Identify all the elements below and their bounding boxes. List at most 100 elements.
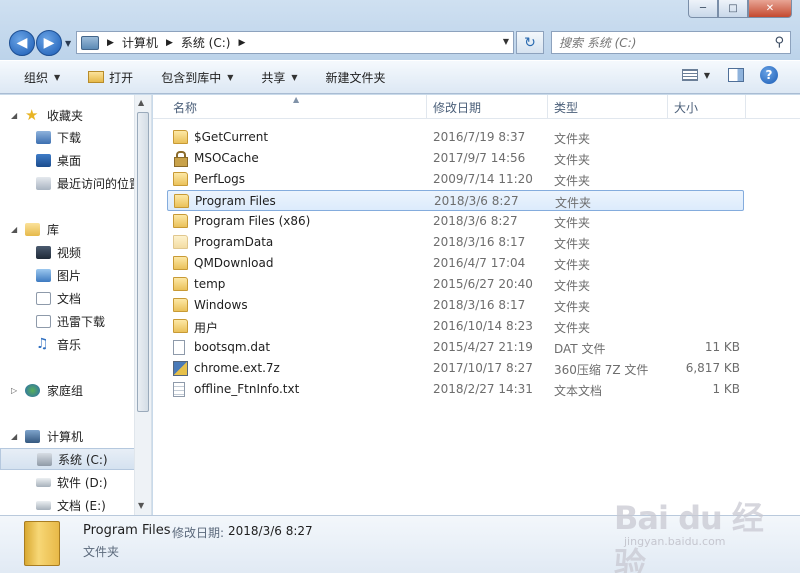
close-button[interactable]: ✕ — [748, 0, 792, 18]
nav-homegroup[interactable]: ▷ 家庭组 — [0, 379, 136, 401]
recent-pages-dropdown[interactable]: ▼ — [65, 39, 71, 48]
preview-pane-icon[interactable] — [728, 68, 744, 82]
expand-icon[interactable]: ▷ — [11, 386, 17, 395]
breadcrumb-computer[interactable]: 计算机 — [122, 34, 158, 51]
nav-item-downloads[interactable]: 下载 — [0, 126, 136, 148]
folder-icon — [24, 521, 60, 566]
file-size: 6,817 KB — [685, 361, 740, 375]
file-name: Windows — [194, 298, 248, 312]
file-row[interactable]: offline_FtnInfo.txt 2018/2/27 14:31 文本文档… — [167, 379, 744, 400]
nav-item-music[interactable]: ♫ 音乐 — [0, 333, 136, 355]
new-folder-button[interactable]: 新建文件夹 — [318, 65, 394, 89]
chevron-right-icon[interactable]: ▶ — [107, 38, 114, 48]
folder-icon — [173, 235, 188, 249]
folder-icon — [173, 214, 188, 228]
address-bar[interactable]: ▶ 计算机 ▶ 系统 (C:) ▶ ▼ — [76, 31, 514, 54]
nav-item-drive-d[interactable]: 软件 (D:) — [0, 471, 136, 493]
file-date: 2018/3/16 8:17 — [433, 298, 526, 312]
file-row[interactable]: $GetCurrent 2016/7/19 8:37 文件夹 — [167, 127, 744, 148]
folder-icon — [173, 319, 188, 333]
search-input[interactable] — [559, 35, 759, 50]
nav-libraries[interactable]: ◢ 库 — [0, 218, 136, 240]
file-name: MSOCache — [194, 151, 259, 165]
file-date: 2018/3/6 8:27 — [433, 214, 518, 228]
view-options-icon[interactable] — [681, 69, 698, 81]
nav-item-recent-places[interactable]: 最近访问的位置 — [0, 172, 141, 194]
include-in-library-button[interactable]: 包含到库中 ▼ — [153, 65, 241, 89]
recent-places-icon — [36, 176, 51, 190]
file-row-selected[interactable]: Program Files 2018/3/6 8:27 文件夹 — [167, 190, 744, 211]
chevron-down-icon[interactable]: ▼ — [704, 71, 710, 80]
file-row[interactable]: bootsqm.dat 2015/4/27 21:19 DAT 文件 11 KB — [167, 337, 744, 358]
file-list: ▲ 名称 修改日期 类型 大小 $GetCurrent 2016/7/19 8:… — [153, 95, 800, 515]
back-button[interactable]: ◀ — [9, 30, 35, 56]
share-button[interactable]: 共享 ▼ — [253, 65, 305, 89]
column-type[interactable]: 类型 — [548, 95, 668, 119]
library-icon — [25, 222, 40, 236]
folder-icon — [173, 277, 188, 291]
nav-item-label: 最近访问的位置 — [57, 176, 142, 191]
minimize-button[interactable]: ─ — [688, 0, 718, 18]
open-button[interactable]: 打开 — [80, 65, 141, 89]
file-date: 2018/2/27 14:31 — [433, 382, 533, 396]
nav-item-drive-c[interactable]: 系统 (C:) — [0, 448, 136, 470]
nav-item-label: 音乐 — [57, 337, 82, 352]
nav-computer[interactable]: ◢ 计算机 — [0, 425, 136, 447]
help-icon[interactable]: ? — [760, 66, 778, 84]
file-size: 1 KB — [712, 382, 740, 396]
forward-button[interactable]: ▶ — [36, 30, 62, 56]
nav-item-label: 软件 (D:) — [57, 475, 108, 490]
chevron-down-icon: ▼ — [54, 72, 61, 82]
nav-item-documents[interactable]: 文档 — [0, 287, 136, 309]
file-date: 2015/6/27 20:40 — [433, 277, 533, 291]
column-name[interactable]: 名称 — [167, 95, 427, 119]
address-dropdown-icon[interactable]: ▼ — [503, 37, 509, 46]
chevron-down-icon: ▼ — [227, 72, 234, 82]
nav-item-videos[interactable]: 视频 — [0, 241, 136, 263]
scroll-up-icon[interactable]: ▲ — [138, 98, 144, 107]
nav-item-desktop[interactable]: 桌面 — [0, 149, 136, 171]
maximize-button[interactable]: □ — [718, 0, 748, 18]
file-row[interactable]: Windows 2018/3/16 8:17 文件夹 — [167, 295, 744, 316]
share-label: 共享 — [261, 70, 286, 85]
organize-button[interactable]: 组织 ▼ — [16, 65, 68, 89]
breadcrumb-drive-c[interactable]: 系统 (C:) — [181, 34, 231, 51]
chevron-right-icon[interactable]: ▶ — [166, 38, 173, 48]
search-box[interactable]: ⚲ — [551, 31, 791, 54]
file-row[interactable]: ProgramData 2018/3/16 8:17 文件夹 — [167, 232, 744, 253]
file-name: bootsqm.dat — [194, 340, 271, 354]
nav-item-pictures[interactable]: 图片 — [0, 264, 136, 286]
nav-favorites[interactable]: ◢ ★ 收藏夹 — [0, 104, 136, 126]
file-row[interactable]: PerfLogs 2009/7/14 11:20 文件夹 — [167, 169, 744, 190]
scroll-down-icon[interactable]: ▼ — [138, 501, 144, 510]
new-folder-label: 新建文件夹 — [325, 70, 386, 85]
refresh-button[interactable]: ↻ — [516, 31, 544, 54]
file-row[interactable]: temp 2015/6/27 20:40 文件夹 — [167, 274, 744, 295]
folder-icon — [173, 298, 188, 312]
column-type-label: 类型 — [554, 100, 579, 115]
file-row[interactable]: QMDownload 2016/4/7 17:04 文件夹 — [167, 253, 744, 274]
column-size[interactable]: 大小 — [668, 95, 746, 119]
file-row[interactable]: 用户 2016/10/14 8:23 文件夹 — [167, 316, 744, 337]
open-label: 打开 — [109, 70, 134, 85]
chevron-right-icon[interactable]: ▶ — [238, 38, 245, 48]
column-date-modified[interactable]: 修改日期 — [427, 95, 548, 119]
archive-icon — [173, 361, 188, 376]
nav-scrollbar[interactable]: ▲ ▼ — [134, 95, 151, 515]
file-date: 2016/7/19 8:37 — [433, 130, 526, 144]
scrollbar-thumb[interactable] — [137, 112, 149, 412]
file-date: 2016/4/7 17:04 — [433, 256, 526, 270]
nav-item-thunder-downloads[interactable]: 迅雷下载 — [0, 310, 136, 332]
file-row[interactable]: chrome.ext.7z 2017/10/17 8:27 360压缩 7Z 文… — [167, 358, 744, 379]
file-row[interactable]: MSOCache 2017/9/7 14:56 文件夹 — [167, 148, 744, 169]
collapse-icon[interactable]: ◢ — [11, 111, 17, 120]
search-icon[interactable]: ⚲ — [774, 35, 784, 50]
nav-item-drive-e[interactable]: 文档 (E:) — [0, 494, 136, 515]
file-date: 2016/10/14 8:23 — [433, 319, 533, 333]
collapse-icon[interactable]: ◢ — [11, 225, 17, 234]
window-controls: ─ □ ✕ — [688, 0, 792, 18]
file-date: 2018/3/6 8:27 — [434, 194, 519, 208]
file-row[interactable]: Program Files (x86) 2018/3/6 8:27 文件夹 — [167, 211, 744, 232]
star-icon: ★ — [25, 105, 39, 124]
collapse-icon[interactable]: ◢ — [11, 432, 17, 441]
